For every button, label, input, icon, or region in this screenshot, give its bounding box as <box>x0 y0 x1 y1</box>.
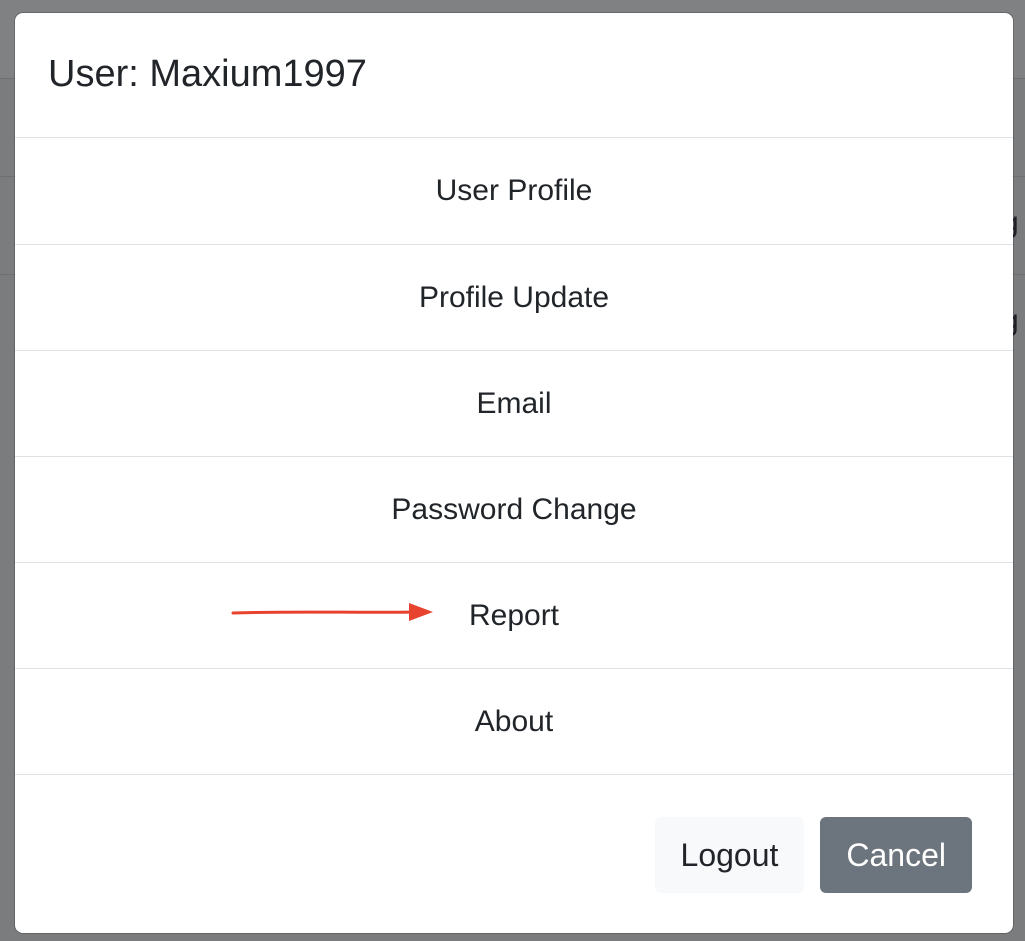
annotation-arrow-icon <box>231 603 433 621</box>
user-menu-dialog: User: Maxium1997 User Profile Profile Up… <box>15 13 1013 933</box>
menu-item-about[interactable]: About <box>15 669 1013 775</box>
menu-item-email[interactable]: Email <box>15 351 1013 457</box>
dialog-footer: Logout Cancel <box>15 775 1013 933</box>
menu-item-label: User Profile <box>435 174 593 207</box>
menu-list: User Profile Profile Update Email Passwo… <box>15 138 1013 775</box>
menu-item-report[interactable]: Report <box>15 563 1013 669</box>
menu-item-label: Email <box>476 386 552 420</box>
menu-item-user-profile[interactable]: User Profile <box>15 138 1013 245</box>
dialog-title: User: Maxium1997 <box>48 52 367 95</box>
menu-item-profile-update[interactable]: Profile Update <box>15 245 1013 351</box>
dialog-header: User: Maxium1997 <box>15 13 1013 138</box>
menu-item-password-change[interactable]: Password Change <box>15 457 1013 563</box>
menu-item-label: Report <box>468 598 560 632</box>
menu-item-label: Profile Update <box>418 280 610 314</box>
menu-item-label: About <box>474 704 554 738</box>
cancel-button[interactable]: Cancel <box>820 817 972 893</box>
logout-button[interactable]: Logout <box>654 817 805 893</box>
menu-item-label: Password Change <box>391 492 637 526</box>
